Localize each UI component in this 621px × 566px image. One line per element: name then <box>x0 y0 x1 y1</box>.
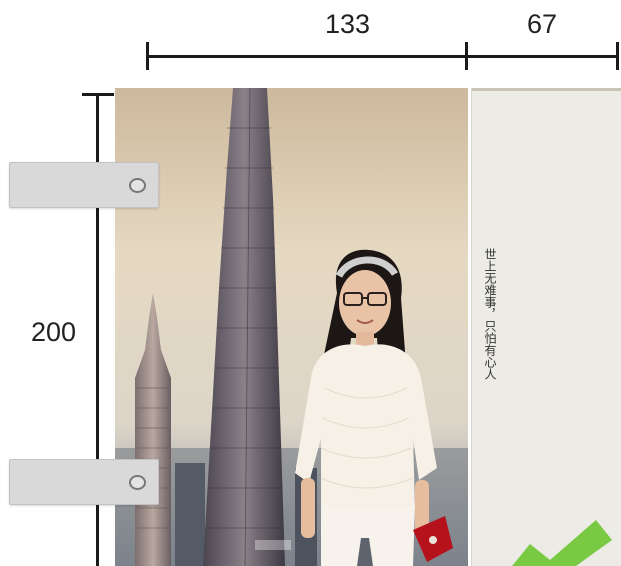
dimension-label-height: 200 <box>31 317 77 348</box>
check-mark-icon <box>512 520 612 566</box>
width-tick-right <box>616 42 619 70</box>
width-tick-middle <box>465 42 468 70</box>
circle-knob-icon <box>129 178 146 193</box>
resize-handle-bottom[interactable] <box>9 459 159 505</box>
circle-knob-icon <box>129 475 146 490</box>
dimension-label-width-right: 67 <box>527 9 558 39</box>
width-dimension-line <box>147 55 619 58</box>
width-tick-left <box>146 42 149 70</box>
text-panel: 世上无难事，只怕有心人 <box>471 88 621 566</box>
product-photo <box>115 88 468 566</box>
dimension-label-width-left: 133 <box>325 9 371 39</box>
resize-handle-top[interactable] <box>9 162 159 208</box>
photo-illustration <box>115 88 468 566</box>
